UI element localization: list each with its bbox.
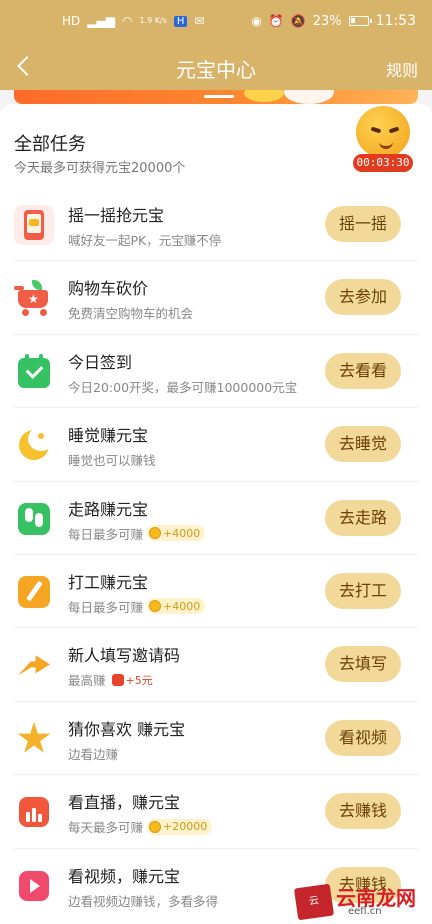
hd-icon: HD bbox=[62, 14, 81, 28]
task-desc: 边看边赚 bbox=[68, 746, 119, 762]
list-item: 新人填写邀请码 最高赚 +5元 去填写 bbox=[0, 628, 432, 702]
task-desc: 今日20:00开奖，最多可赚1000000元宝 bbox=[68, 379, 298, 395]
task-button[interactable]: 摇一摇 bbox=[325, 206, 401, 242]
task-name: 新人填写邀请码 bbox=[68, 646, 181, 666]
live-stream-icon bbox=[14, 792, 54, 832]
task-button[interactable]: 去看看 bbox=[325, 352, 401, 389]
rules-link[interactable]: 规则 bbox=[386, 57, 418, 81]
status-left: HD ▂▄▆ ◠ 1.9 K/s H ✉ bbox=[62, 15, 204, 27]
list-item: 猜你喜欢 赚元宝 边看边赚 看视频 bbox=[0, 702, 432, 776]
mascot-face-icon bbox=[356, 106, 410, 158]
mute-icon: 🔕 bbox=[290, 14, 306, 28]
mascot-timer-widget[interactable]: 00:03:30 bbox=[352, 104, 414, 174]
footprint-icon bbox=[14, 499, 54, 539]
banner-indicator bbox=[204, 95, 234, 98]
status-right: ◉ ⏰ 🔕 23% 11:53 bbox=[251, 13, 416, 29]
clock: 11:53 bbox=[375, 13, 416, 29]
list-item: 看直播，赚元宝 每天最多可赚 +20000 去赚钱 bbox=[0, 775, 432, 849]
list-item: 打工赚元宝 每日最多可赚 +4000 去打工 bbox=[0, 555, 432, 629]
notification-icon: ✉ bbox=[194, 14, 205, 28]
section-subtitle: 今天最多可获得元宝20000个 bbox=[14, 161, 186, 176]
task-button[interactable]: 去赚钱 bbox=[325, 793, 401, 830]
calendar-check-icon bbox=[14, 352, 54, 392]
task-button[interactable]: 去参加 bbox=[325, 279, 401, 316]
task-list: 摇一摇抢元宝 喊好友一起PK，元宝赚不停 摇一摇 ★ 购物车砍价 免费清空购物车… bbox=[0, 188, 432, 922]
task-name: 看视频，赚元宝 bbox=[68, 866, 181, 886]
video-play-icon bbox=[14, 866, 54, 906]
shake-phone-icon bbox=[14, 205, 54, 245]
task-desc: 最高赚 +5元 bbox=[68, 670, 158, 689]
task-desc: 每天最多可赚 +20000 bbox=[68, 817, 213, 836]
status-bar: HD ▂▄▆ ◠ 1.9 K/s H ✉ ◉ ⏰ 🔕 23% 11:53 bbox=[0, 0, 432, 42]
network-speed: 1.9 K/s bbox=[139, 16, 167, 25]
page-title: 元宝中心 bbox=[176, 58, 256, 82]
list-item: ★ 购物车砍价 免费清空购物车的机会 去参加 bbox=[0, 261, 432, 335]
task-name: 购物车砍价 bbox=[68, 279, 149, 299]
task-button[interactable]: 去走路 bbox=[325, 499, 401, 536]
coin-icon bbox=[149, 600, 162, 613]
signal-icon: ▂▄▆ bbox=[87, 14, 115, 28]
battery-icon bbox=[348, 16, 372, 26]
list-item: 今日签到 今日20:00开奖，最多可赚1000000元宝 去看看 bbox=[0, 335, 432, 409]
task-name: 走路赚元宝 bbox=[68, 499, 149, 519]
task-name: 猜你喜欢 赚元宝 bbox=[68, 719, 186, 739]
task-button[interactable]: 去打工 bbox=[325, 572, 401, 609]
coin-icon bbox=[149, 820, 162, 833]
reward-badge: +5元 bbox=[110, 672, 158, 688]
app-notification-icon: H bbox=[173, 15, 188, 27]
broom-icon bbox=[14, 572, 54, 612]
banner-decoration bbox=[244, 90, 284, 102]
title-bar: 元宝中心 规则 bbox=[0, 42, 432, 90]
section-title: 全部任务 bbox=[14, 134, 86, 155]
task-name: 打工赚元宝 bbox=[68, 572, 149, 592]
red-envelope-icon bbox=[111, 673, 124, 686]
task-name: 摇一摇抢元宝 bbox=[68, 206, 165, 225]
list-item: 走路赚元宝 每日最多可赚 +4000 去走路 bbox=[0, 482, 432, 555]
task-desc: 喊好友一起PK，元宝赚不停 bbox=[68, 233, 222, 248]
countdown-timer: 00:03:30 bbox=[353, 154, 413, 172]
star-icon bbox=[14, 719, 54, 759]
task-name: 今日签到 bbox=[68, 352, 133, 372]
reward-badge: +4000 bbox=[147, 525, 206, 542]
task-desc: 每日最多可赚 +4000 bbox=[68, 597, 206, 616]
task-desc: 免费清空购物车的机会 bbox=[68, 306, 194, 322]
coin-icon bbox=[149, 527, 162, 540]
list-item: 摇一摇抢元宝 喊好友一起PK，元宝赚不停 摇一摇 bbox=[0, 188, 432, 262]
reward-badge: +20000 bbox=[147, 818, 213, 835]
reward-badge: +4000 bbox=[147, 598, 206, 615]
task-name: 睡觉赚元宝 bbox=[68, 426, 149, 446]
task-desc: 睡觉也可以赚钱 bbox=[68, 453, 156, 469]
task-desc: 边看视频边赚钱，多看多得 bbox=[68, 893, 219, 909]
watermark-domain: eefl.cn bbox=[348, 906, 382, 917]
task-desc: 每日最多可赚 +4000 bbox=[68, 524, 206, 543]
banner-decoration bbox=[284, 90, 334, 104]
wifi-icon: ◠ bbox=[121, 14, 133, 28]
alarm-icon: ⏰ bbox=[268, 14, 284, 28]
list-item: 睡觉赚元宝 睡觉也可以赚钱 去睡觉 bbox=[0, 408, 432, 482]
task-button[interactable]: 去睡觉 bbox=[325, 426, 401, 463]
task-button[interactable]: 去填写 bbox=[325, 646, 401, 683]
task-button[interactable]: 看视频 bbox=[325, 719, 401, 756]
moon-icon bbox=[14, 425, 54, 465]
task-card: 全部任务 今天最多可获得元宝20000个 00:03:30 摇一摇抢元宝 喊好友… bbox=[0, 104, 432, 924]
battery-percent: 23% bbox=[312, 13, 342, 29]
share-arrow-icon bbox=[14, 645, 54, 685]
watermark-seal: 云 bbox=[293, 883, 335, 921]
eye-icon: ◉ bbox=[251, 14, 262, 28]
watermark: 云 云南龙网 eefl.cn bbox=[288, 880, 428, 921]
shopping-cart-icon: ★ bbox=[14, 278, 54, 318]
promo-banner[interactable] bbox=[14, 90, 418, 104]
task-name: 看直播，赚元宝 bbox=[68, 793, 181, 813]
